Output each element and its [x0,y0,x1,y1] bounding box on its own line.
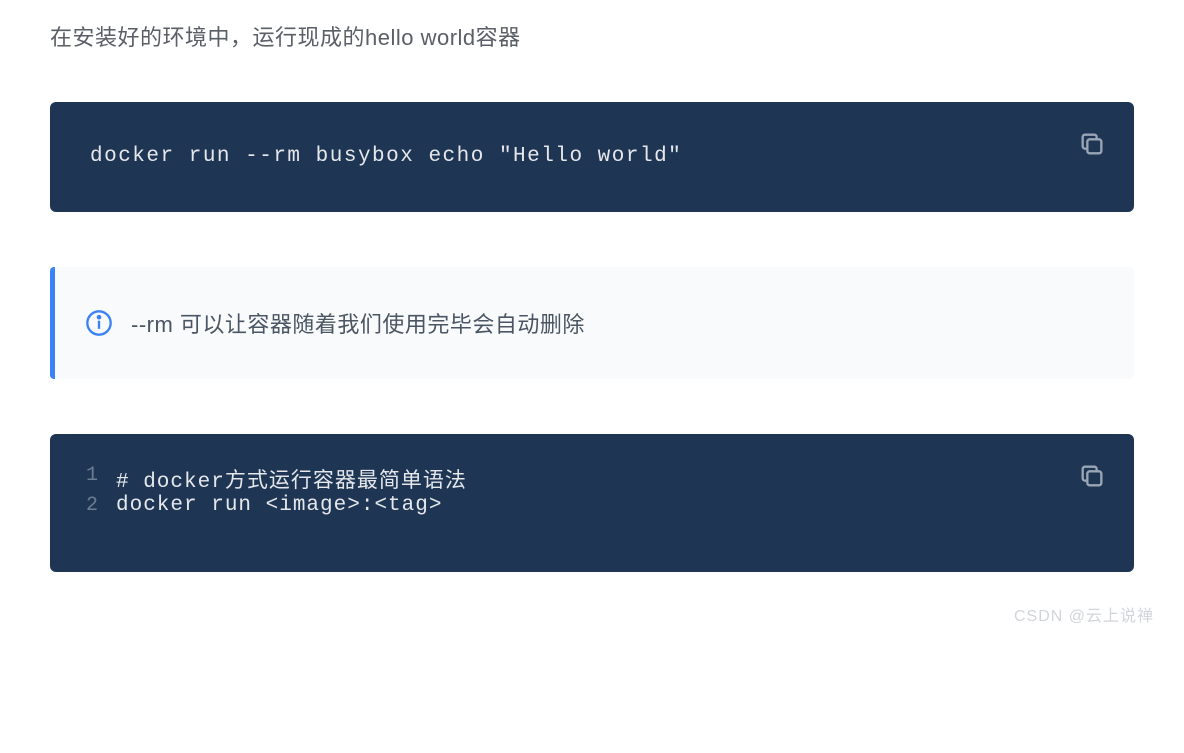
code-block-1: docker run --rm busybox echo "Hello worl… [50,102,1134,212]
copy-icon [1078,130,1106,158]
copy-button[interactable] [1078,130,1106,158]
info-text: --rm 可以让容器随着我们使用完毕会自动删除 [131,307,585,339]
copy-button[interactable] [1078,462,1106,490]
code-line-content: docker run <image>:<tag> [116,494,442,517]
line-number: 2 [86,494,116,517]
watermark: CSDN @云上说禅 [1014,602,1154,626]
code-content: docker run --rm busybox echo "Hello worl… [90,140,1094,174]
info-callout: --rm 可以让容器随着我们使用完毕会自动删除 [50,267,1134,379]
info-icon [85,309,113,337]
code-line-content: # docker方式运行容器最简单语法 [116,464,467,494]
code-line: 1 # docker方式运行容器最简单语法 [86,464,1098,494]
code-line: 2 docker run <image>:<tag> [86,494,1098,517]
code-block-2: 1 # docker方式运行容器最简单语法 2 docker run <imag… [50,434,1134,572]
copy-icon [1078,462,1106,490]
intro-paragraph: 在安装好的环境中，运行现成的hello world容器 [50,20,1134,52]
line-number: 1 [86,464,116,487]
